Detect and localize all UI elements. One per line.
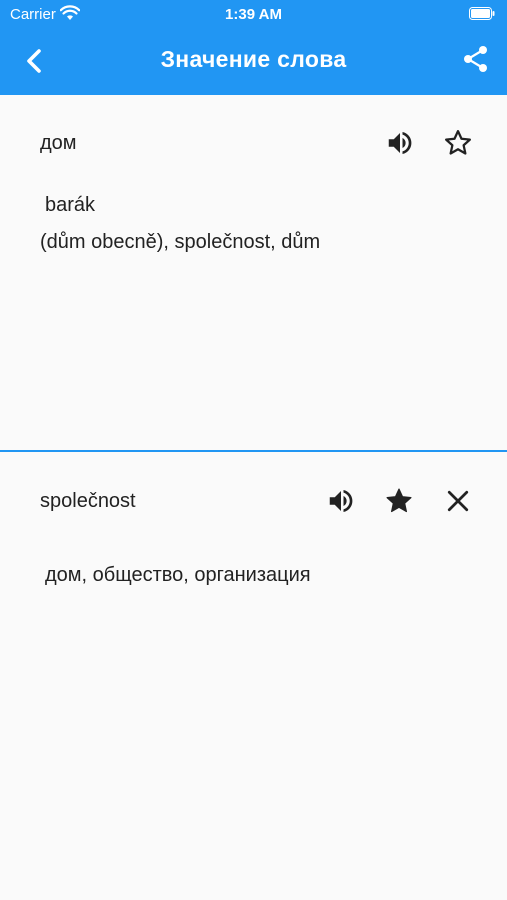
- translation-line: barák: [45, 194, 96, 216]
- volume-up-icon[interactable]: [385, 128, 415, 158]
- close-icon[interactable]: [443, 486, 473, 516]
- entry-card: společnost дом, общество, организация: [0, 452, 507, 900]
- status-time: 1:39 AM: [225, 6, 282, 23]
- entry-card: дом barák (dům obecně), společnost, dům: [0, 95, 507, 450]
- translation-line: (dům obecně), společnost, dům: [40, 231, 321, 253]
- star-outline-icon[interactable]: [443, 128, 473, 158]
- entry-word: дом: [40, 132, 77, 154]
- star-filled-icon[interactable]: [384, 486, 414, 516]
- page-title: Значение слова: [160, 46, 347, 72]
- status-bar: Carrier 1:39 AM: [0, 0, 507, 28]
- volume-up-icon[interactable]: [326, 486, 356, 516]
- share-icon[interactable]: [461, 44, 491, 74]
- app-bar: Значение слова: [0, 28, 507, 94]
- header: Carrier 1:39 AM Значение слова: [0, 0, 507, 95]
- entry-word: společnost: [40, 490, 136, 512]
- battery-icon: [469, 7, 495, 20]
- translation-line: дом, общество, организация: [45, 564, 311, 586]
